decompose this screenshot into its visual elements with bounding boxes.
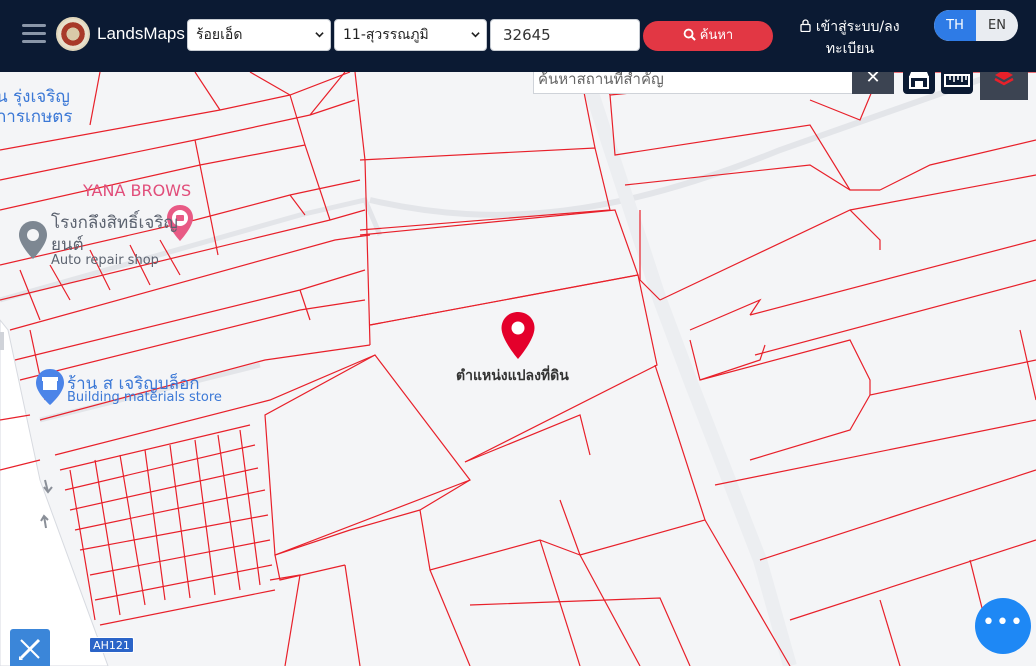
lang-en-button[interactable]: EN: [976, 10, 1018, 41]
lang-th-button[interactable]: TH: [934, 10, 976, 41]
map-pin-icon[interactable]: [18, 220, 48, 260]
province-select-value: ร้อยเอ็ด: [196, 27, 243, 43]
more-options-button[interactable]: •••: [975, 598, 1031, 654]
search-button[interactable]: ค้นหา: [643, 21, 773, 51]
poi-auto-repair-name[interactable]: โรงกลึงสิทธิ์เจริญยนต์: [51, 212, 181, 256]
location-pin-icon[interactable]: [500, 311, 536, 361]
language-toggle[interactable]: TH EN: [934, 10, 1018, 41]
landsmaps-logo[interactable]: [56, 17, 90, 51]
poi-agri-store-name[interactable]: น รุ่งเจริญ การเกษตร: [0, 87, 86, 127]
login-link[interactable]: เข้าสู่ระบบ/ลงทะเบียน: [795, 16, 905, 60]
road-shield-ah121: AH121: [89, 637, 134, 653]
layers-button[interactable]: [980, 72, 1028, 100]
chevron-down-icon: [315, 32, 324, 38]
building-icon: [909, 72, 929, 89]
parcel-number-input[interactable]: 32645: [490, 19, 640, 51]
store-pin-icon[interactable]: [35, 368, 65, 406]
poi-yana-brows-label[interactable]: YANA BROWS: [83, 181, 191, 200]
login-label: เข้าสู่ระบบ/ลงทะเบียน: [815, 19, 900, 57]
measure-tool-button[interactable]: [10, 629, 50, 666]
search-button-label: ค้นหา: [699, 28, 734, 43]
parcel-location-label: ตำแหน่งแปลงที่ดิน: [456, 368, 569, 384]
search-icon: [683, 28, 696, 41]
clear-search-button[interactable]: ✕: [852, 72, 894, 94]
layers-icon: [994, 72, 1014, 86]
menu-icon[interactable]: [22, 24, 46, 44]
poi-auto-repair-category: Auto repair shop: [51, 253, 159, 268]
brand-name: LandsMaps: [97, 24, 185, 43]
map-canvas[interactable]: YANA BROWS โรงกลึงสิทธิ์เจริญยนต์ Auto r…: [0, 72, 1036, 666]
poi-building-store-category: Building materials store: [67, 390, 222, 405]
ruler-icon: [944, 74, 970, 87]
province-select[interactable]: ร้อยเอ็ด: [187, 19, 331, 51]
building-tool-button[interactable]: [903, 72, 935, 94]
district-select-value: 11-สุวรรณภูมิ: [343, 27, 429, 43]
place-search-input[interactable]: ค้นหาสถานที่สำคัญ: [533, 72, 853, 94]
district-select[interactable]: 11-สุวรรณภูมิ: [334, 19, 487, 51]
pencil-ruler-icon: [19, 638, 41, 660]
ruler-tool-button[interactable]: [941, 72, 973, 94]
lock-icon: [800, 19, 812, 33]
chevron-down-icon: [471, 32, 480, 38]
top-navbar: LandsMaps ร้อยเอ็ด 11-สุวรรณภูมิ 32645 ค…: [0, 0, 1036, 72]
